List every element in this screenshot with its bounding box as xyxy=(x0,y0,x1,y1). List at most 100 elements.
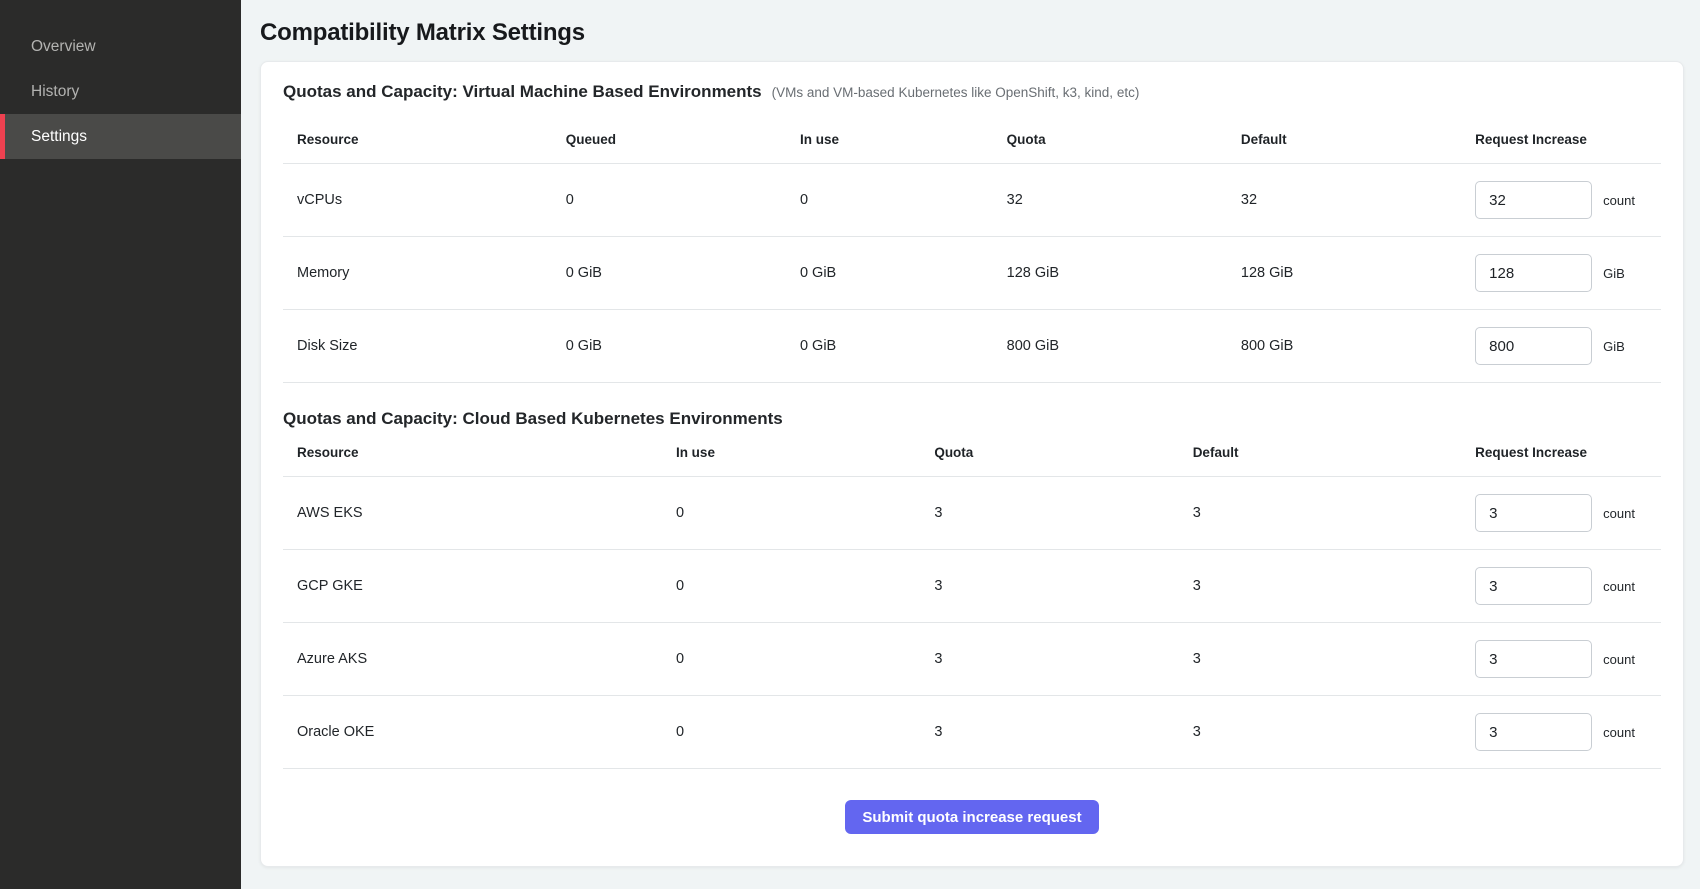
value-cell: 128 GiB xyxy=(993,237,1227,310)
value-cell: 0 xyxy=(786,164,993,237)
value-cell: 0 xyxy=(662,623,920,696)
unit-label: count xyxy=(1603,506,1635,521)
section-title: Quotas and Capacity: Cloud Based Kuberne… xyxy=(283,409,783,429)
quota-sections: Quotas and Capacity: Virtual Machine Bas… xyxy=(283,82,1661,769)
unit-label: count xyxy=(1603,725,1635,740)
column-header-quota: Quota xyxy=(993,102,1227,164)
column-header-queued: Queued xyxy=(552,102,786,164)
request-increase-wrap: count xyxy=(1475,567,1647,605)
quotas-card: Quotas and Capacity: Virtual Machine Bas… xyxy=(260,61,1684,867)
resource-cell: vCPUs xyxy=(283,164,552,237)
quota-table: ResourceIn useQuotaDefaultRequest Increa… xyxy=(283,429,1661,769)
value-cell: 0 GiB xyxy=(786,310,993,383)
submit-quota-increase-button[interactable]: Submit quota increase request xyxy=(845,800,1098,834)
table-row: vCPUs003232count xyxy=(283,164,1661,237)
value-cell: 0 GiB xyxy=(552,237,786,310)
column-header-resource: Resource xyxy=(283,102,552,164)
main-area: Compatibility Matrix Settings Quotas and… xyxy=(241,0,1700,889)
card-footer: Submit quota increase request xyxy=(283,769,1661,834)
table-header-row: ResourceIn useQuotaDefaultRequest Increa… xyxy=(283,429,1661,477)
value-cell: 0 xyxy=(662,477,920,550)
request-increase-input[interactable] xyxy=(1475,567,1592,605)
sidebar-item-label: Overview xyxy=(31,38,96,56)
request-increase-input[interactable] xyxy=(1475,640,1592,678)
column-header-quota: Quota xyxy=(920,429,1178,477)
value-cell: 128 GiB xyxy=(1227,237,1461,310)
section-header: Quotas and Capacity: Cloud Based Kuberne… xyxy=(283,409,1661,429)
request-increase-cell: count xyxy=(1461,550,1661,623)
request-increase-cell: GiB xyxy=(1461,310,1661,383)
request-increase-input[interactable] xyxy=(1475,494,1592,532)
section-subtitle: (VMs and VM-based Kubernetes like OpenSh… xyxy=(772,85,1140,100)
page-title: Compatibility Matrix Settings xyxy=(260,19,1684,47)
request-increase-input[interactable] xyxy=(1475,713,1592,751)
column-header-resource: Resource xyxy=(283,429,662,477)
unit-label: count xyxy=(1603,652,1635,667)
table-row: Memory0 GiB0 GiB128 GiB128 GiBGiB xyxy=(283,237,1661,310)
value-cell: 3 xyxy=(1179,696,1461,769)
value-cell: 3 xyxy=(920,696,1178,769)
value-cell: 3 xyxy=(1179,477,1461,550)
value-cell: 3 xyxy=(920,550,1178,623)
value-cell: 3 xyxy=(920,477,1178,550)
table-row: Oracle OKE033count xyxy=(283,696,1661,769)
column-header-in-use: In use xyxy=(662,429,920,477)
value-cell: 0 xyxy=(552,164,786,237)
sidebar-item-label: History xyxy=(31,83,79,101)
table-header-row: ResourceQueuedIn useQuotaDefaultRequest … xyxy=(283,102,1661,164)
quota-section-1: Quotas and Capacity: Virtual Machine Bas… xyxy=(283,82,1661,383)
value-cell: 0 GiB xyxy=(786,237,993,310)
table-row: GCP GKE033count xyxy=(283,550,1661,623)
value-cell: 32 xyxy=(1227,164,1461,237)
value-cell: 3 xyxy=(1179,550,1461,623)
sidebar: Overview History Settings xyxy=(0,0,241,889)
value-cell: 32 xyxy=(993,164,1227,237)
value-cell: 3 xyxy=(1179,623,1461,696)
resource-cell: Disk Size xyxy=(283,310,552,383)
request-increase-cell: count xyxy=(1461,477,1661,550)
section-title: Quotas and Capacity: Virtual Machine Bas… xyxy=(283,82,762,102)
request-increase-input[interactable] xyxy=(1475,181,1592,219)
column-header-request-increase: Request Increase xyxy=(1461,429,1661,477)
request-increase-input[interactable] xyxy=(1475,327,1592,365)
quota-table: ResourceQueuedIn useQuotaDefaultRequest … xyxy=(283,102,1661,383)
value-cell: 0 xyxy=(662,550,920,623)
request-increase-cell: count xyxy=(1461,623,1661,696)
column-header-in-use: In use xyxy=(786,102,993,164)
unit-label: count xyxy=(1603,193,1635,208)
request-increase-wrap: count xyxy=(1475,181,1647,219)
request-increase-wrap: GiB xyxy=(1475,254,1647,292)
resource-cell: Azure AKS xyxy=(283,623,662,696)
value-cell: 0 xyxy=(662,696,920,769)
request-increase-wrap: count xyxy=(1475,640,1647,678)
section-header: Quotas and Capacity: Virtual Machine Bas… xyxy=(283,82,1661,102)
resource-cell: AWS EKS xyxy=(283,477,662,550)
unit-label: GiB xyxy=(1603,266,1625,281)
resource-cell: Oracle OKE xyxy=(283,696,662,769)
value-cell: 3 xyxy=(920,623,1178,696)
value-cell: 800 GiB xyxy=(993,310,1227,383)
sidebar-item-overview[interactable]: Overview xyxy=(0,24,241,69)
sidebar-item-label: Settings xyxy=(31,128,87,146)
unit-label: GiB xyxy=(1603,339,1625,354)
request-increase-wrap: count xyxy=(1475,494,1647,532)
table-row: Disk Size0 GiB0 GiB800 GiB800 GiBGiB xyxy=(283,310,1661,383)
request-increase-wrap: GiB xyxy=(1475,327,1647,365)
quota-section-2: Quotas and Capacity: Cloud Based Kuberne… xyxy=(283,409,1661,769)
table-row: Azure AKS033count xyxy=(283,623,1661,696)
value-cell: 800 GiB xyxy=(1227,310,1461,383)
column-header-request-increase: Request Increase xyxy=(1461,102,1661,164)
value-cell: 0 GiB xyxy=(552,310,786,383)
table-row: AWS EKS033count xyxy=(283,477,1661,550)
request-increase-input[interactable] xyxy=(1475,254,1592,292)
column-header-default: Default xyxy=(1179,429,1461,477)
column-header-default: Default xyxy=(1227,102,1461,164)
request-increase-cell: count xyxy=(1461,164,1661,237)
resource-cell: Memory xyxy=(283,237,552,310)
sidebar-item-settings[interactable]: Settings xyxy=(0,114,241,159)
resource-cell: GCP GKE xyxy=(283,550,662,623)
request-increase-wrap: count xyxy=(1475,713,1647,751)
sidebar-item-history[interactable]: History xyxy=(0,69,241,114)
request-increase-cell: GiB xyxy=(1461,237,1661,310)
request-increase-cell: count xyxy=(1461,696,1661,769)
